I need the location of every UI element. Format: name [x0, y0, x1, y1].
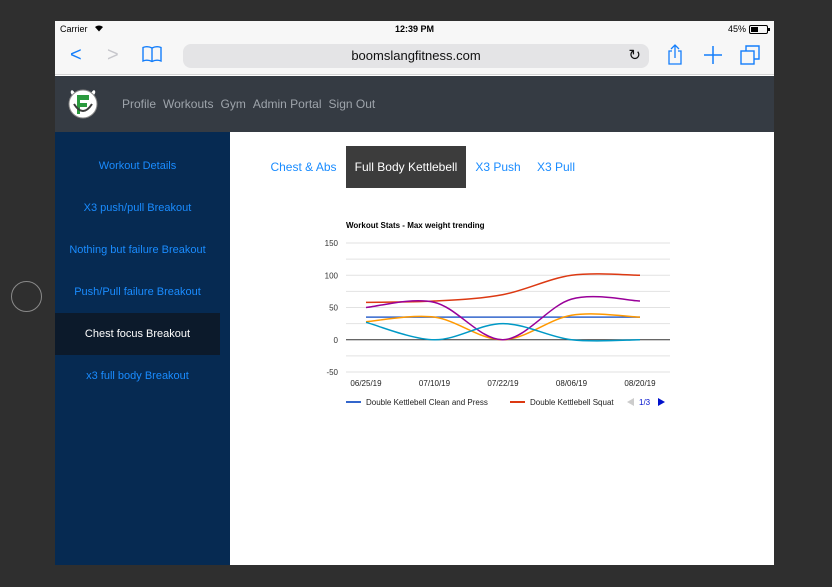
- legend-next-icon[interactable]: [658, 398, 665, 406]
- nav-gym[interactable]: Gym: [220, 97, 245, 111]
- tab-chest-abs[interactable]: Chest & Abs: [265, 146, 342, 188]
- series-line-1: [365, 273, 641, 304]
- url-text: boomslangfitness.com: [351, 48, 481, 63]
- browser-toolbar: < > boomslangfitness.com ↻: [55, 37, 774, 75]
- y-tick-label: 0: [334, 336, 339, 345]
- tabs-icon[interactable]: [740, 45, 760, 70]
- home-button[interactable]: [11, 281, 42, 312]
- x-tick-label: 06/25/19: [350, 379, 382, 388]
- status-bar: Carrier 12:39 PM 45%: [55, 21, 774, 37]
- clock: 12:39 PM: [394, 24, 435, 34]
- forward-button[interactable]: >: [107, 45, 119, 65]
- x-tick-label: 07/10/19: [419, 379, 451, 388]
- back-button[interactable]: <: [70, 45, 82, 65]
- nav-workouts[interactable]: Workouts: [163, 97, 213, 111]
- nav-admin-portal[interactable]: Admin Portal: [253, 97, 322, 111]
- boomslang-logo[interactable]: [65, 86, 101, 122]
- new-tab-icon[interactable]: [703, 45, 723, 70]
- y-tick-label: 50: [329, 304, 338, 313]
- battery-icon: [749, 25, 770, 34]
- series-line-4: [365, 321, 641, 342]
- tab-x3-push[interactable]: X3 Push: [470, 146, 526, 188]
- sidebar-item-push-pull-failure[interactable]: Push/Pull failure Breakout: [55, 271, 220, 313]
- main-content: Chest & Abs Full Body Kettlebell X3 Push…: [230, 132, 774, 565]
- x-tick-label: 08/20/19: [624, 379, 656, 388]
- reload-icon[interactable]: ↻: [628, 44, 641, 68]
- ipad-screen: Carrier 12:39 PM 45% < > boomslangfitnes…: [55, 21, 774, 565]
- y-tick-label: 100: [325, 271, 339, 280]
- tab-full-body-kettlebell[interactable]: Full Body Kettlebell: [346, 146, 466, 188]
- legend-prev-icon[interactable]: [627, 398, 634, 406]
- sidebar: Workout Details X3 push/pull Breakout No…: [55, 132, 230, 565]
- sidebar-item-x3-full-body[interactable]: x3 full body Breakout: [55, 355, 220, 397]
- sidebar-item-x3-push-pull[interactable]: X3 push/pull Breakout: [55, 187, 220, 229]
- legend-label: Double Kettlebell Clean and Press: [366, 398, 488, 407]
- tab-x3-pull[interactable]: X3 Pull: [530, 146, 582, 188]
- x-tick-label: 08/06/19: [556, 379, 588, 388]
- site-nav: Profile Workouts Gym Admin Portal Sign O…: [122, 76, 382, 132]
- url-field[interactable]: boomslangfitness.com ↻: [183, 44, 649, 68]
- y-tick-label: 150: [325, 239, 339, 248]
- legend-pager: 1/3: [639, 398, 651, 407]
- nav-sign-out[interactable]: Sign Out: [329, 97, 376, 111]
- chart-title: Workout Stats - Max weight trending: [346, 221, 485, 230]
- site-header: Profile Workouts Gym Admin Portal Sign O…: [55, 76, 774, 132]
- sidebar-item-chest-focus[interactable]: Chest focus Breakout: [55, 313, 220, 355]
- share-icon[interactable]: [667, 44, 683, 71]
- nav-profile[interactable]: Profile: [122, 97, 156, 111]
- sidebar-item-nothing-but-failure[interactable]: Nothing but failure Breakout: [55, 229, 220, 271]
- bookmarks-icon[interactable]: [141, 45, 163, 68]
- x-tick-label: 07/22/19: [487, 379, 519, 388]
- series-line-3: [365, 295, 641, 341]
- sidebar-item-workout-details[interactable]: Workout Details: [55, 145, 220, 187]
- legend-label: Double Kettlebell Squat: [530, 398, 614, 407]
- y-tick-label: -50: [326, 368, 338, 377]
- battery-percent: 45%: [727, 24, 746, 34]
- workout-stats-chart: 150 100 50 0 -50 06/25/19 07/10/19 07/22/19 08/0…: [325, 239, 670, 407]
